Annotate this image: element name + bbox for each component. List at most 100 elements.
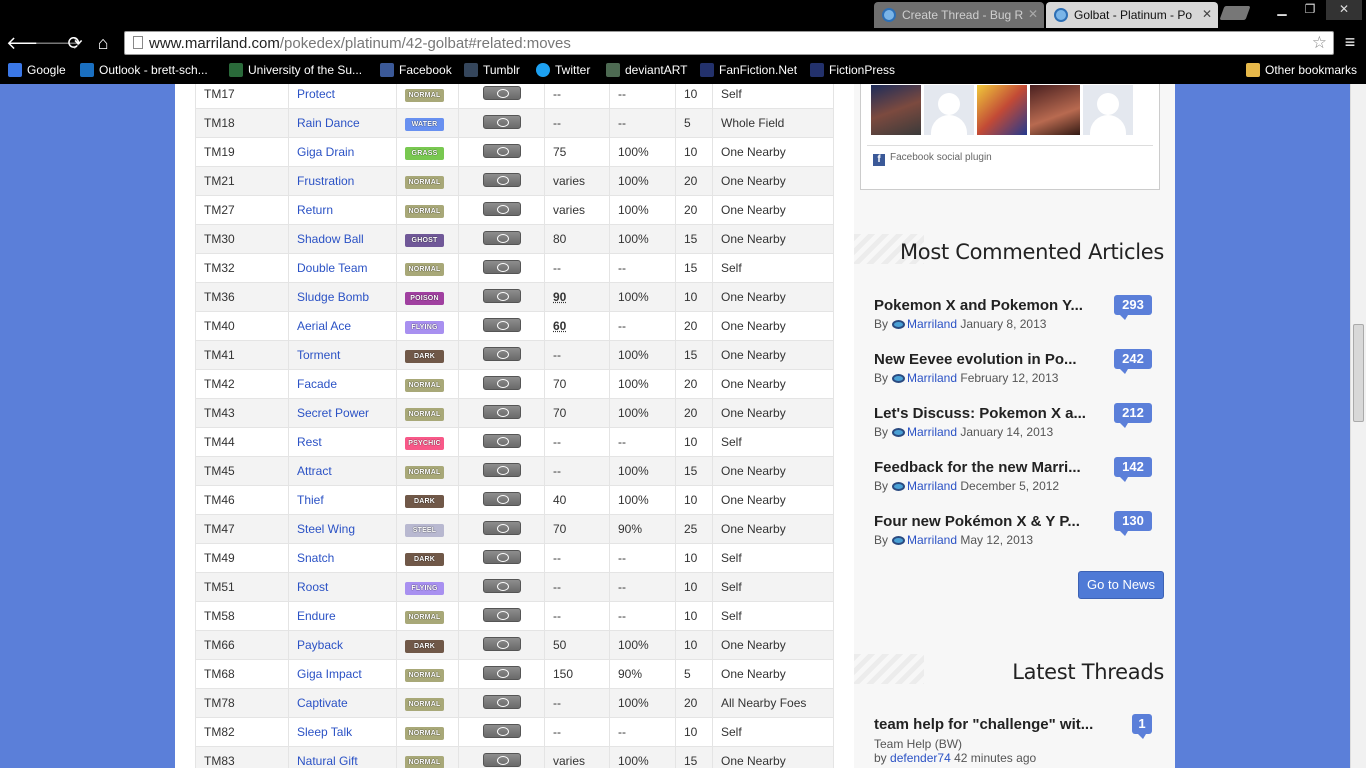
address-bar[interactable]: www.marriland.com/pokedex/platinum/42-go…	[124, 31, 1334, 55]
forward-arrow-icon[interactable]: 🡒	[34, 32, 82, 54]
comment-count-badge[interactable]: 242	[1114, 349, 1152, 374]
reload-icon[interactable]: ⟳	[64, 32, 86, 54]
tm-number: TM42	[195, 369, 289, 399]
move-name-link[interactable]: Endure	[288, 601, 397, 631]
page-scrollbar[interactable]	[1350, 84, 1366, 768]
move-name-link[interactable]: Shadow Ball	[288, 224, 397, 254]
fan-avatar[interactable]	[977, 85, 1027, 135]
move-name-link[interactable]: Roost	[288, 572, 397, 602]
bookmark-deviantart[interactable]: deviantART	[606, 63, 687, 77]
other-bookmarks[interactable]: Other bookmarks	[1246, 63, 1357, 77]
type-badge: FLYING	[405, 582, 444, 595]
move-name-link[interactable]: Natural Gift	[288, 746, 397, 768]
power-value: --	[553, 725, 561, 739]
tab-golbat[interactable]: Golbat - Platinum - Po ✕	[1046, 2, 1218, 28]
pp-cell: 25	[675, 514, 713, 544]
move-name-link[interactable]: Secret Power	[288, 398, 397, 428]
move-name-link[interactable]: Steel Wing	[288, 514, 397, 544]
tm-number: TM36	[195, 282, 289, 312]
facebook-plugin-link[interactable]: f Facebook social plugin	[873, 152, 992, 166]
close-tab-icon[interactable]: ✕	[1202, 7, 1212, 21]
category-cell	[458, 601, 545, 631]
comment-count-badge[interactable]: 130	[1114, 511, 1152, 536]
bookmark-tumblr[interactable]: Tumblr	[464, 63, 520, 77]
move-name-link[interactable]: Facade	[288, 369, 397, 399]
type-cell: PSYCHIC	[396, 427, 459, 457]
move-name-link[interactable]: Torment	[288, 340, 397, 370]
move-name-link[interactable]: Frustration	[288, 166, 397, 196]
comment-count-badge[interactable]: 212	[1114, 403, 1152, 428]
author-link[interactable]: Marriland	[907, 533, 957, 547]
fan-avatar-placeholder[interactable]	[924, 85, 974, 135]
new-tab-button[interactable]	[1219, 6, 1251, 20]
comment-count-badge[interactable]: 293	[1114, 295, 1152, 320]
fan-avatar-placeholder[interactable]	[1083, 85, 1133, 135]
bookmark-fictionpress[interactable]: FictionPress	[810, 63, 895, 77]
bookmark-outlook[interactable]: Outlook - brett-sch...	[80, 63, 208, 77]
bookmark-facebook[interactable]: Facebook	[380, 63, 452, 77]
article-title-link[interactable]: Four new Pokémon X & Y P...	[874, 513, 1106, 530]
move-name-link[interactable]: Sleep Talk	[288, 717, 397, 747]
close-tab-icon[interactable]: ✕	[1028, 7, 1038, 21]
tab-create-thread[interactable]: Create Thread - Bug R ✕	[874, 2, 1044, 28]
target-cell: One Nearby	[712, 659, 834, 689]
accuracy-cell: 90%	[609, 514, 676, 544]
author-link[interactable]: Marriland	[907, 317, 957, 331]
author-link[interactable]: Marriland	[907, 425, 957, 439]
comment-count-badge[interactable]: 142	[1114, 457, 1152, 482]
close-window-icon[interactable]: ✕	[1326, 0, 1362, 20]
type-badge: STEEL	[405, 524, 444, 537]
back-arrow-icon[interactable]: 🡐	[6, 32, 54, 54]
move-name-link[interactable]: Rain Dance	[288, 108, 397, 138]
article-title-link[interactable]: Let's Discuss: Pokemon X a...	[874, 405, 1106, 422]
article-title-link[interactable]: Pokemon X and Pokemon Y...	[874, 297, 1106, 314]
thread-title-link[interactable]: team help for "challenge" wit...	[874, 716, 1119, 733]
move-name-link[interactable]: Attract	[288, 456, 397, 486]
move-name-link[interactable]: Rest	[288, 427, 397, 457]
bookmark-university[interactable]: University of the Su...	[229, 63, 362, 77]
go-to-news-button[interactable]: Go to News	[1078, 571, 1164, 599]
status-category-icon	[482, 723, 521, 738]
move-name-link[interactable]: Giga Impact	[288, 659, 397, 689]
power-value: varies	[553, 754, 586, 768]
move-name-link[interactable]: Protect	[288, 84, 397, 109]
category-cell	[458, 224, 545, 254]
fan-avatar[interactable]	[871, 85, 921, 135]
page-content: TM17 Protect NORMAL -- -- 10 Self TM18 Rain Danc…	[175, 84, 1175, 768]
author-link[interactable]: Marriland	[907, 371, 957, 385]
move-name-link[interactable]: Thief	[288, 485, 397, 515]
home-icon[interactable]: ⌂	[92, 32, 114, 54]
reply-count-badge[interactable]: 1	[1132, 714, 1152, 739]
article-title-link[interactable]: Feedback for the new Marri...	[874, 459, 1106, 476]
bookmark-star-icon[interactable]: ☆	[1312, 33, 1327, 53]
move-name-link[interactable]: Giga Drain	[288, 137, 397, 167]
type-badge: NORMAL	[405, 176, 444, 189]
minimize-icon[interactable]: ▁	[1268, 0, 1296, 20]
pp-cell: 20	[675, 311, 713, 341]
menu-icon[interactable]: ≡	[1340, 32, 1360, 54]
fan-avatar[interactable]	[1030, 85, 1080, 135]
move-name-link[interactable]: Captivate	[288, 688, 397, 718]
author-link[interactable]: Marriland	[907, 479, 957, 493]
bookmark-twitter[interactable]: Twitter	[536, 63, 590, 77]
power-value: 60	[553, 319, 567, 333]
bookmark-fanfiction[interactable]: FanFiction.Net	[700, 63, 797, 77]
power-value: --	[553, 116, 561, 130]
bookmark-google[interactable]: Google	[8, 63, 66, 77]
status-category-icon	[482, 172, 521, 187]
move-name-link[interactable]: Return	[288, 195, 397, 225]
restore-icon[interactable]: ❐	[1296, 0, 1324, 20]
move-name-link[interactable]: Snatch	[288, 543, 397, 573]
category-cell	[458, 137, 545, 167]
move-name-link[interactable]: Aerial Ace	[288, 311, 397, 341]
move-name-link[interactable]: Payback	[288, 630, 397, 660]
tm-number: TM49	[195, 543, 289, 573]
power-cell: 60	[544, 311, 610, 341]
move-name-link[interactable]: Sludge Bomb	[288, 282, 397, 312]
pp-cell: 15	[675, 224, 713, 254]
article-title-link[interactable]: New Eevee evolution in Po...	[874, 351, 1106, 368]
scroll-thumb[interactable]	[1353, 324, 1364, 422]
move-name-link[interactable]: Double Team	[288, 253, 397, 283]
thread-author-link[interactable]: defender74	[890, 751, 951, 765]
accuracy-cell: 100%	[609, 166, 676, 196]
